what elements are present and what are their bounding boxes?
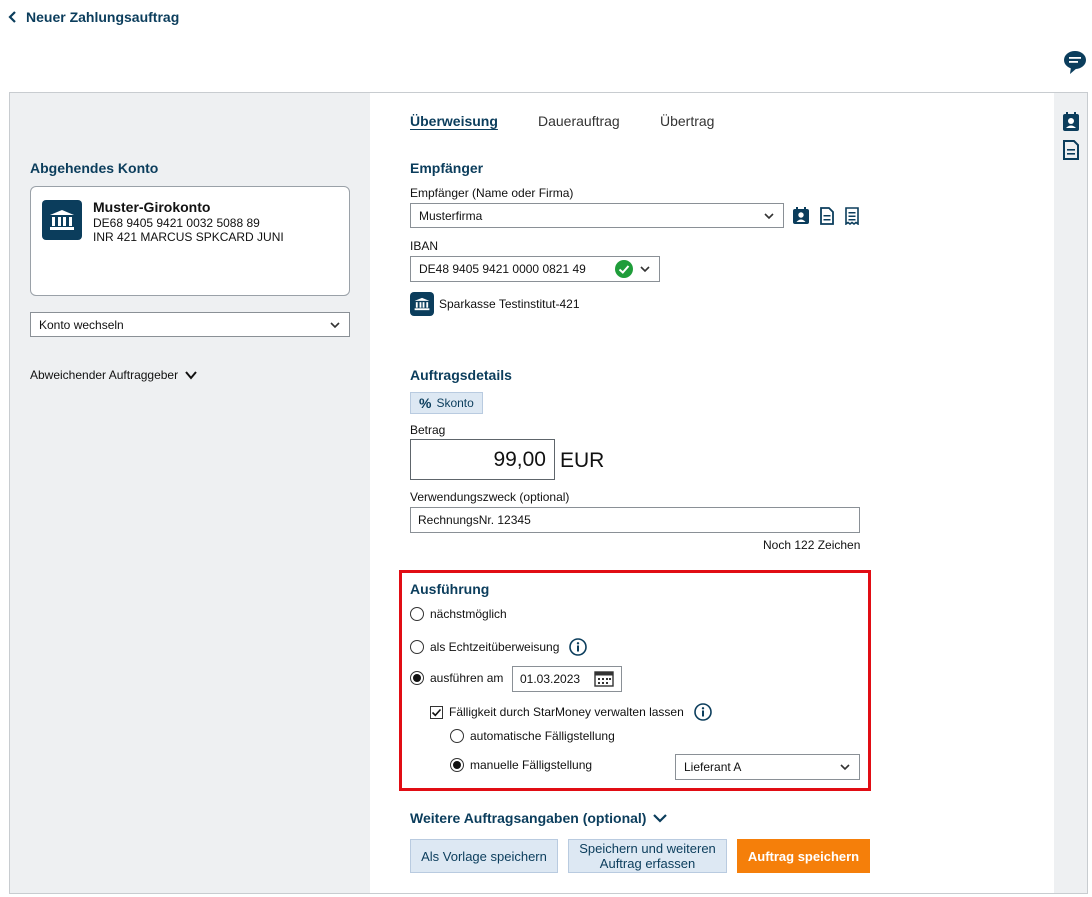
more-details-toggle[interactable]: Weitere Auftragsangaben (optional) [410, 810, 668, 826]
radio-manual-due[interactable] [450, 758, 464, 772]
execution-title: Ausführung [410, 581, 490, 597]
skonto-label: Skonto [436, 396, 474, 410]
alt-payer-toggle[interactable]: Abweichender Auftraggeber [30, 368, 198, 382]
option-asap-label: nächstmöglich [430, 607, 507, 621]
manage-due-option[interactable]: Fälligkeit durch StarMoney verwalten las… [430, 703, 712, 721]
save-order-button[interactable]: Auftrag speichern [737, 839, 870, 873]
chevron-down-icon [330, 321, 340, 328]
chevron-down-icon [840, 764, 850, 771]
option-asap[interactable]: nächstmöglich [410, 607, 507, 621]
bank-icon [42, 200, 82, 240]
outgoing-account-title: Abgehendes Konto [30, 160, 159, 176]
account-description: INR 421 MARCUS SPKCARD JUNI [93, 230, 284, 244]
manage-due-checkbox[interactable] [430, 705, 443, 719]
save-and-new-line2: Auftrag erfassen [599, 856, 696, 871]
chevron-down-icon [185, 371, 197, 380]
iban-label: IBAN [410, 239, 439, 253]
recipient-name-value: Musterfirma [419, 208, 483, 223]
checkmark-icon [431, 708, 442, 716]
option-manual-due-label: manuelle Fälligstellung [470, 758, 593, 772]
recipient-bank-name: Sparkasse Testinstitut-421 [439, 297, 580, 311]
alt-payer-label: Abweichender Auftraggeber [30, 368, 179, 382]
purpose-label: Verwendungszweck (optional) [410, 490, 570, 504]
option-date[interactable]: ausführen am [410, 671, 503, 685]
back-link[interactable]: Neuer Zahlungsauftrag [8, 9, 179, 25]
recipient-title: Empfänger [410, 160, 484, 176]
option-instant[interactable]: als Echtzeitüberweisung [410, 638, 588, 656]
execution-date-input[interactable]: 01.03.2023 [512, 666, 622, 692]
save-and-new-line1: Speichern und weiteren [579, 841, 716, 856]
radio-instant[interactable] [410, 640, 424, 654]
execution-date-value: 01.03.2023 [520, 672, 581, 686]
tab-dauerauftrag[interactable]: Dauerauftrag [538, 113, 620, 129]
address-book-icon[interactable] [1062, 112, 1080, 132]
chevron-down-icon [653, 814, 668, 823]
manage-due-label: Fälligkeit durch StarMoney verwalten las… [449, 705, 684, 719]
chevron-down-icon [640, 266, 650, 273]
option-instant-label: als Echtzeitüberweisung [430, 640, 560, 654]
chat-icon[interactable] [1062, 49, 1088, 75]
iban-input[interactable]: DE48 9405 9421 0000 0821 49 [410, 256, 660, 282]
percent-icon: % [419, 395, 432, 411]
option-auto-due-label: automatische Fälligstellung [470, 729, 615, 743]
page-title: Neuer Zahlungsauftrag [26, 9, 180, 25]
chevron-down-icon [764, 212, 774, 219]
template-document-icon[interactable] [818, 207, 836, 225]
check-circle-icon [615, 260, 633, 278]
document-icon[interactable] [1062, 140, 1080, 160]
currency-label: EUR [560, 449, 605, 472]
order-details-title: Auftragsdetails [410, 367, 512, 383]
skonto-button[interactable]: % Skonto [410, 392, 483, 414]
info-icon[interactable] [569, 638, 588, 656]
radio-asap[interactable] [410, 607, 424, 621]
option-date-label: ausführen am [430, 671, 504, 685]
info-icon[interactable] [693, 703, 712, 721]
radio-auto-due[interactable] [450, 729, 464, 743]
save-template-button[interactable]: Als Vorlage speichern [410, 839, 558, 873]
invoice-icon[interactable] [843, 207, 861, 225]
save-and-new-button[interactable]: Speichern und weiteren Auftrag erfassen [568, 839, 727, 873]
account-card: Muster-Girokonto DE68 9405 9421 0032 508… [30, 186, 350, 296]
option-manual-due[interactable]: manuelle Fälligstellung [450, 758, 592, 772]
option-auto-due[interactable]: automatische Fälligstellung [450, 729, 615, 743]
amount-label: Betrag [410, 423, 446, 437]
calendar-icon[interactable] [594, 671, 614, 687]
chars-remaining: Noch 122 Zeichen [763, 538, 861, 552]
account-iban: DE68 9405 9421 0032 5088 89 [93, 216, 260, 230]
change-account-select[interactable]: Konto wechseln [30, 312, 350, 337]
recipient-name-label: Empfänger (Name oder Firma) [410, 186, 574, 200]
contact-book-icon[interactable] [792, 207, 810, 225]
amount-input[interactable]: 99,00 [410, 439, 555, 480]
tab-uebertrag[interactable]: Übertrag [660, 113, 714, 129]
radio-date[interactable] [410, 671, 424, 685]
supplier-value: Lieferant A [684, 760, 742, 774]
bank-icon [410, 292, 434, 316]
recipient-name-input[interactable]: Musterfirma [410, 203, 784, 228]
iban-value: DE48 9405 9421 0000 0821 49 [419, 262, 586, 276]
purpose-input[interactable]: RechnungsNr. 12345 [410, 507, 860, 533]
chevron-left-icon [8, 11, 16, 23]
more-details-label: Weitere Auftragsangaben (optional) [410, 810, 647, 826]
supplier-select[interactable]: Lieferant A [675, 754, 860, 780]
account-name: Muster-Girokonto [93, 199, 211, 215]
tab-ueberweisung[interactable]: Überweisung [410, 113, 498, 129]
change-account-label: Konto wechseln [39, 317, 124, 332]
